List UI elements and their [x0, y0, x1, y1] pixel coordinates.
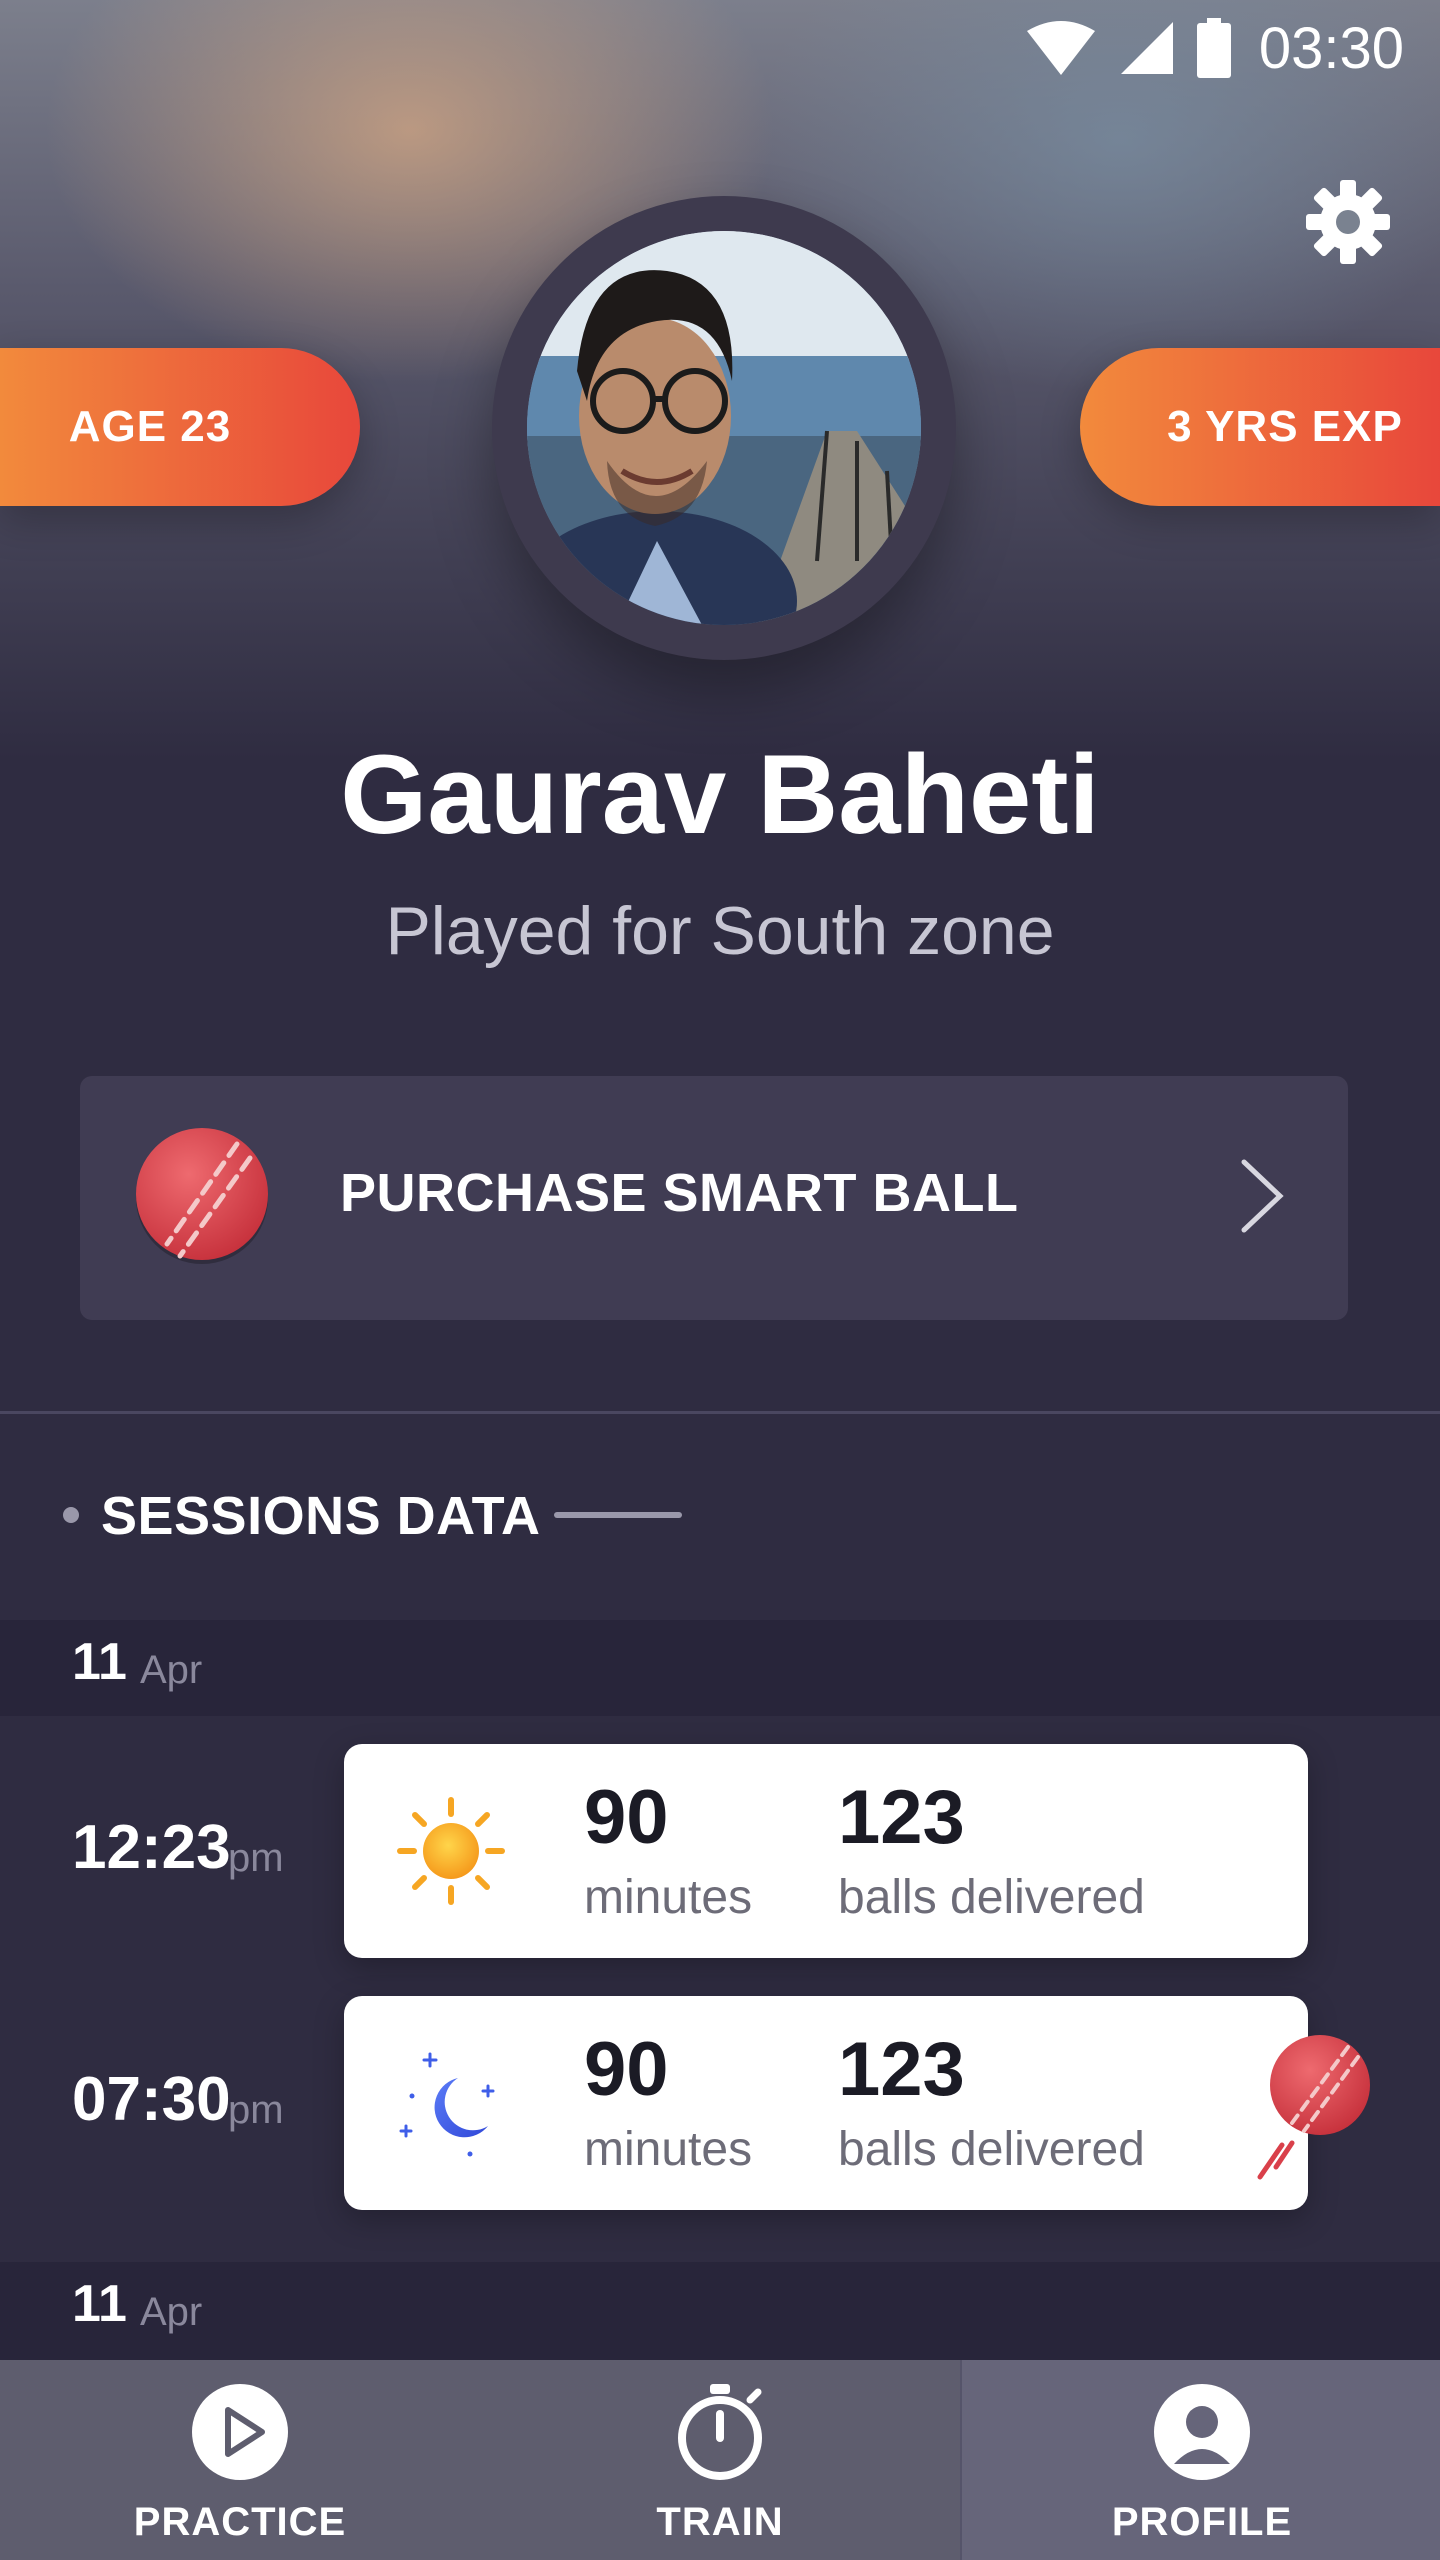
moving-ball-icon[interactable] — [1240, 2025, 1380, 2185]
session-card[interactable]: 90 minutes 123 balls delivered — [344, 1744, 1308, 1958]
session-minutes-label: minutes — [584, 1871, 753, 1924]
section-divider — [0, 1411, 1440, 1414]
session-time: 12:23 — [72, 1813, 231, 1882]
profile-name: Gaurav Baheti — [340, 732, 1100, 857]
status-bar: 03:30 — [0, 0, 1440, 96]
nav-train-label: TRAIN — [656, 2500, 784, 2544]
avatar[interactable] — [527, 231, 921, 625]
date-header — [0, 1620, 1440, 1716]
avatar-photo — [527, 231, 921, 625]
chevron-right-icon — [1241, 1159, 1284, 1233]
section-bullet — [63, 1507, 79, 1523]
age-badge-label: AGE 23 — [68, 402, 232, 451]
nav-practice[interactable]: PRACTICE — [0, 2360, 480, 2560]
purchase-label: PURCHASE SMART BALL — [340, 1163, 1019, 1223]
nav-practice-label: PRACTICE — [133, 2500, 347, 2544]
moon-icon — [399, 2052, 495, 2157]
purchase-smart-ball-button[interactable]: PURCHASE SMART BALL — [80, 1076, 1348, 1320]
battery-icon — [1196, 18, 1231, 78]
settings-gear-icon[interactable] — [1304, 178, 1392, 266]
session-balls-label: balls delivered — [838, 1871, 1145, 1924]
nav-profile[interactable]: PROFILE — [960, 2360, 1440, 2560]
date-month: Apr — [140, 2290, 203, 2334]
user-icon — [1154, 2384, 1250, 2480]
date-month: Apr — [140, 1648, 203, 1692]
experience-badge: 3 YRS EXP — [1080, 348, 1440, 506]
session-minutes-label: minutes — [584, 2123, 753, 2176]
session-minutes-value: 90 — [584, 2027, 669, 2112]
profile-subtitle: Played for South zone — [385, 893, 1055, 969]
date-day: 11 — [72, 1633, 127, 1691]
sun-icon — [397, 1797, 505, 1905]
wifi-icon — [1026, 21, 1095, 75]
session-balls-label: balls delivered — [838, 2123, 1145, 2176]
signal-icon — [1120, 22, 1173, 74]
age-badge: AGE 23 — [0, 348, 360, 506]
session-card[interactable]: 90 minutes 123 balls delivered — [344, 1996, 1308, 2210]
cricket-ball-icon — [136, 1128, 268, 1264]
session-minutes-value: 90 — [584, 1775, 669, 1860]
date-day: 11 — [72, 2275, 127, 2333]
session-ampm: pm — [228, 2088, 284, 2132]
experience-badge-label: 3 YRS EXP — [1167, 402, 1403, 451]
status-time: 03:30 — [1258, 15, 1404, 81]
stopwatch-icon — [678, 2384, 762, 2480]
session-balls-value: 123 — [838, 1775, 965, 1860]
date-header — [0, 2262, 1440, 2362]
nav-profile-label: PROFILE — [1111, 2500, 1293, 2544]
sessions-title: SESSIONS DATA — [101, 1486, 541, 1546]
play-icon — [192, 2384, 288, 2480]
nav-train[interactable]: TRAIN — [480, 2360, 960, 2560]
session-balls-value: 123 — [838, 2027, 965, 2112]
bottom-navigation: PRACTICE TRAIN PROFILE — [0, 2360, 1440, 2560]
session-ampm: pm — [228, 1836, 284, 1880]
section-underline — [554, 1512, 682, 1518]
session-time: 07:30 — [72, 2065, 231, 2134]
